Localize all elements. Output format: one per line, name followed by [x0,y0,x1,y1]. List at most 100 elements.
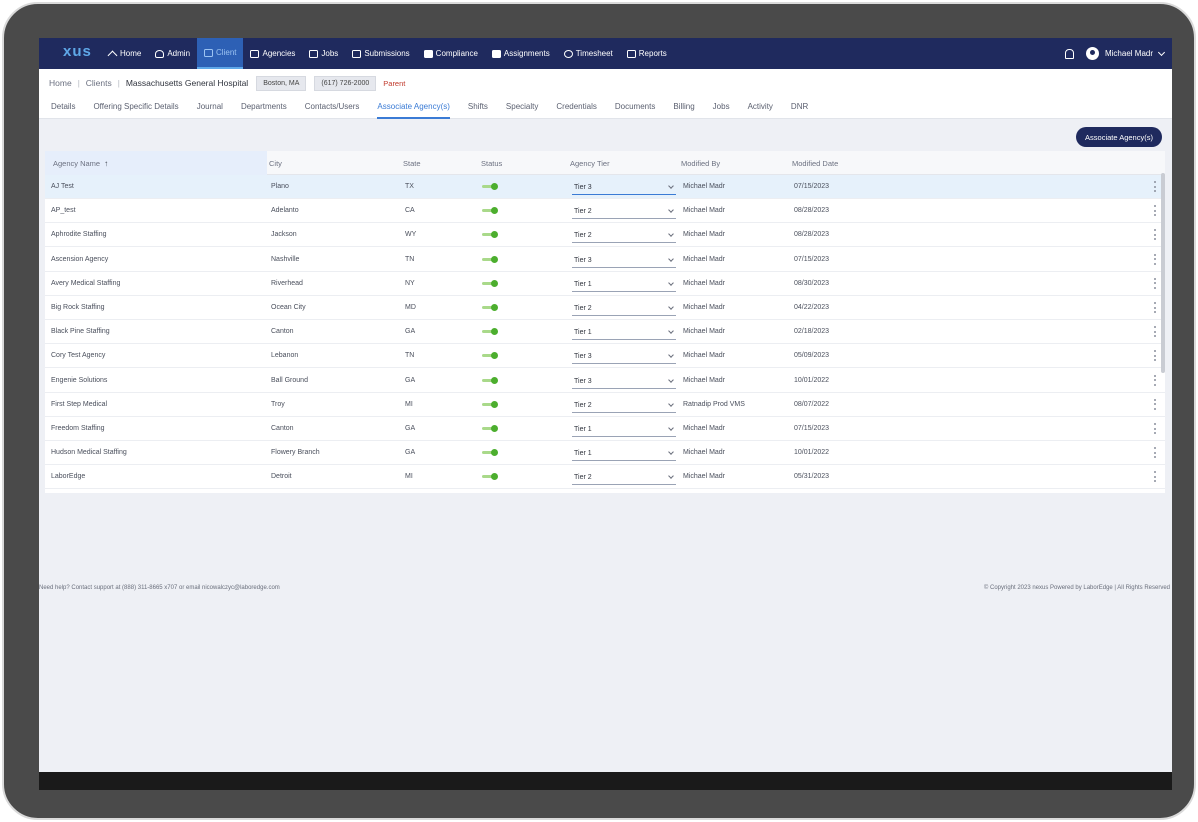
app-logo[interactable]: xus [39,38,101,69]
status-toggle[interactable] [482,231,498,239]
more-options-icon[interactable] [1154,181,1157,192]
nav-item-admin[interactable]: Admin [148,38,197,69]
more-options-icon[interactable] [1154,326,1157,338]
tab-activity[interactable]: Activity [748,97,773,117]
tab-jobs[interactable]: Jobs [713,97,730,117]
agency-tier-select[interactable]: Tier 3 [572,376,676,389]
table-row[interactable]: First Step Medical Troy MI Tier 2 Ratnadip P… [45,393,1165,417]
agency-tier-select[interactable]: Tier 2 [572,206,676,220]
more-options-icon[interactable] [1154,277,1157,289]
associate-agency-button[interactable]: Associate Agency(s) [1076,127,1162,147]
status-toggle[interactable] [482,255,498,263]
tab-details[interactable]: Details [51,97,75,117]
status-toggle[interactable] [482,400,498,408]
header-modified-date[interactable]: Modified Date [792,159,838,168]
agency-name-cell[interactable]: Black Pine Staffing [51,328,110,335]
status-toggle[interactable] [482,473,498,481]
table-row[interactable]: Black Pine Staffing Canton GA Tier 1 Michael… [45,320,1165,345]
table-row[interactable]: Avery Medical Staffing Riverhead NY Tier 1 M… [45,272,1165,296]
more-options-icon[interactable] [1154,229,1157,241]
agency-name-cell[interactable]: LaborEdge [51,473,85,480]
agency-tier-select[interactable]: Tier 1 [572,448,676,462]
agency-name-cell[interactable]: AP_test [51,207,76,214]
nav-item-agencies[interactable]: Agencies [243,38,302,69]
breadcrumb-clients[interactable]: Clients [86,78,112,88]
agency-name-cell[interactable]: Avery Medical Staffing [51,280,120,287]
breadcrumb-home[interactable]: Home [49,78,72,88]
agency-tier-select[interactable]: Tier 2 [572,472,676,486]
user-name[interactable]: Michael Madr [1105,49,1153,58]
status-toggle[interactable] [482,352,498,360]
tab-contacts-users[interactable]: Contacts/Users [305,97,360,117]
status-toggle[interactable] [482,328,498,336]
status-toggle[interactable] [482,449,498,457]
tab-dnr[interactable]: DNR [791,97,808,117]
nav-item-client[interactable]: Client [197,38,244,69]
tab-specialty[interactable]: Specialty [506,97,538,117]
agency-tier-select[interactable]: Tier 3 [572,255,676,268]
more-options-icon[interactable] [1154,423,1157,434]
more-options-icon[interactable] [1154,398,1157,410]
nav-item-assignments[interactable]: Assignments [485,38,557,69]
agency-tier-select[interactable]: Tier 1 [572,279,676,292]
agency-name-cell[interactable]: Ascension Agency [51,256,108,263]
parent-badge[interactable]: Parent [383,79,405,88]
status-toggle[interactable] [482,376,498,384]
header-status[interactable]: Status [481,159,502,168]
agency-tier-select[interactable]: Tier 2 [572,303,676,316]
table-row[interactable]: LaborEdge Detroit MI Tier 2 Michael Madr 05/3… [45,465,1165,490]
status-toggle[interactable] [482,425,498,432]
status-toggle[interactable] [482,279,498,287]
more-options-icon[interactable] [1154,350,1157,362]
table-row[interactable]: Cory Test Agency Lebanon TN Tier 3 Michael M… [45,344,1165,369]
tab-associate-agency-s[interactable]: Associate Agency(s) [377,97,450,119]
agency-tier-select[interactable]: Tier 3 [572,182,676,195]
nav-item-home[interactable]: Home [101,38,148,69]
status-toggle[interactable] [482,183,498,190]
status-toggle[interactable] [482,304,498,311]
table-row[interactable]: AP_test Adelanto CA Tier 2 Michael Madr 08/28… [45,199,1165,224]
header-agency-tier[interactable]: Agency Tier [570,159,610,168]
tab-credentials[interactable]: Credentials [556,97,596,117]
status-toggle[interactable] [482,207,498,215]
agency-tier-select[interactable]: Tier 3 [572,351,676,365]
nav-item-reports[interactable]: Reports [620,38,674,69]
tab-departments[interactable]: Departments [241,97,287,117]
more-options-icon[interactable] [1154,447,1157,459]
table-row[interactable]: Freedom Staffing Canton GA Tier 1 Michael Ma… [45,417,1165,441]
agency-name-cell[interactable]: Cory Test Agency [51,352,105,359]
nav-item-submissions[interactable]: Submissions [345,38,416,69]
table-row[interactable]: Hudson Medical Staffing Flowery Branch GA T… [45,441,1165,466]
header-city[interactable]: City [269,159,282,168]
agency-tier-select[interactable]: Tier 2 [572,400,676,413]
nav-item-jobs[interactable]: Jobs [302,38,345,69]
nav-item-compliance[interactable]: Compliance [417,38,485,69]
more-options-icon[interactable] [1154,253,1157,265]
table-scrollbar[interactable] [1161,173,1165,373]
bell-icon[interactable] [1064,48,1074,59]
table-row[interactable]: Big Rock Staffing Ocean City MD Tier 2 Micha… [45,296,1165,320]
more-options-icon[interactable] [1154,374,1157,386]
agency-name-cell[interactable]: Aphrodite Staffing [51,231,107,238]
agency-name-cell[interactable]: Engenie Solutions [51,377,107,384]
agency-name-cell[interactable]: Big Rock Staffing [51,304,105,311]
agency-tier-select[interactable]: Tier 1 [572,424,676,437]
more-options-icon[interactable] [1154,302,1157,313]
table-row[interactable]: Aphrodite Staffing Jackson WY Tier 2 Michael… [45,223,1165,248]
agency-name-cell[interactable]: AJ Test [51,183,74,190]
table-row[interactable]: Engenie Solutions Ball Ground GA Tier 3 Mich… [45,369,1165,393]
more-options-icon[interactable] [1154,205,1157,217]
agency-tier-select[interactable]: Tier 2 [572,230,676,244]
agency-name-cell[interactable]: First Step Medical [51,401,107,408]
chevron-down-icon[interactable] [1157,48,1166,56]
tab-documents[interactable]: Documents [615,97,655,117]
avatar[interactable] [1085,47,1099,60]
tab-journal[interactable]: Journal [197,97,223,117]
header-modified-by[interactable]: Modified By [681,159,720,168]
nav-item-timesheet[interactable]: Timesheet [557,38,620,69]
table-row[interactable]: Ascension Agency Nashville TN Tier 3 Michael… [45,248,1165,272]
more-options-icon[interactable] [1154,471,1157,483]
header-state[interactable]: State [403,159,421,168]
tab-billing[interactable]: Billing [673,97,694,117]
agency-name-cell[interactable]: Freedom Staffing [51,425,105,432]
